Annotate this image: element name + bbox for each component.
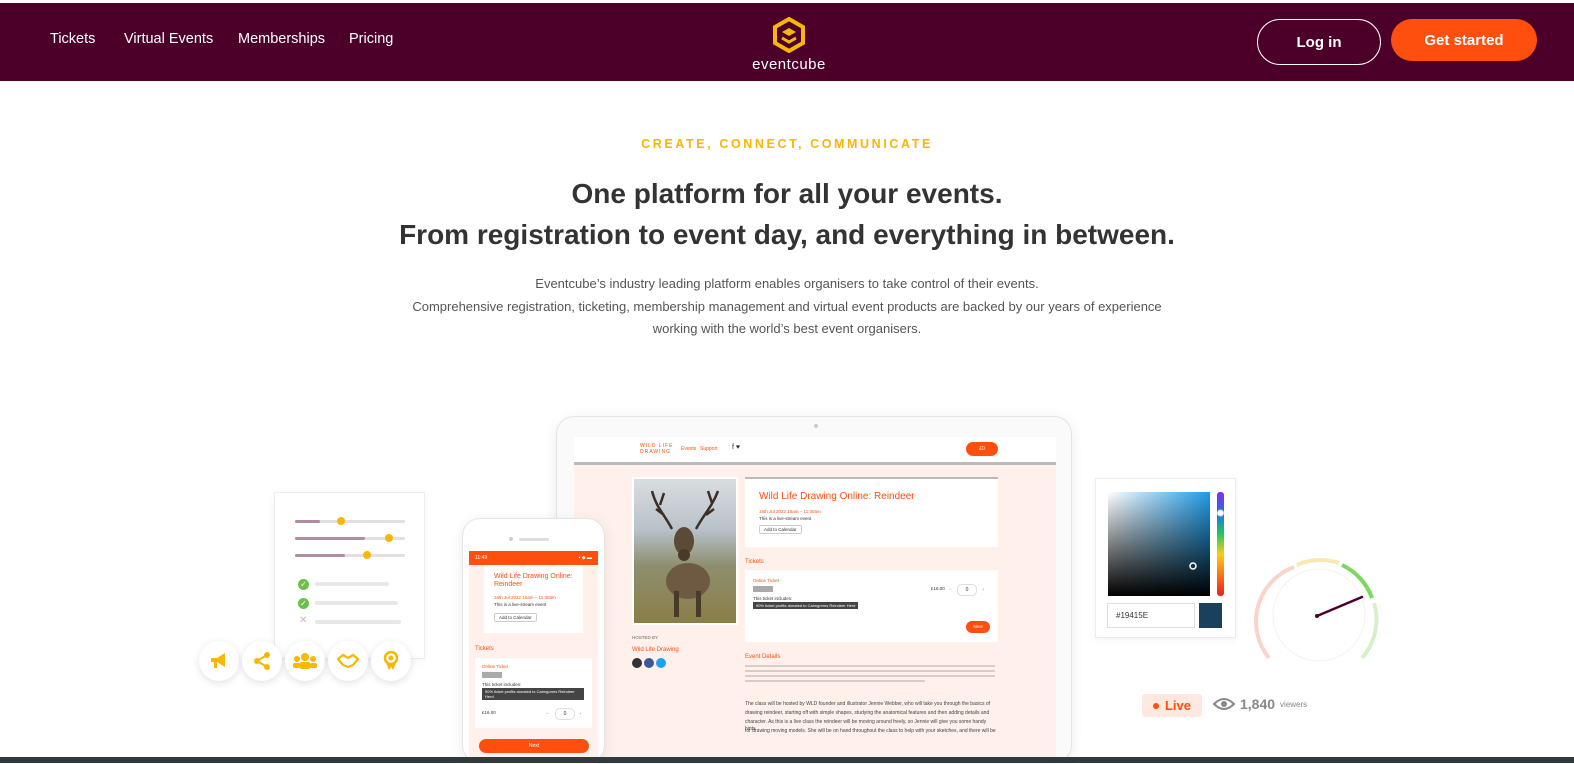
event-details-label: Event Details [745,654,781,660]
ticket-price: £16.00 [931,586,945,591]
hero-description-line-1: Eventcube’s industry leading platform en… [535,276,1039,291]
hosted-by-label: HOSTED BY [632,635,659,640]
event-site-header: WILD LIFE DRAWING Events Support f ♥ £0 [574,437,1056,465]
live-dot-icon [1152,702,1159,709]
nav-link-pricing[interactable]: Pricing [349,31,393,47]
event-body-line-1: The class will be hosted by WLD founder … [745,701,991,707]
event-body-line-2: drawing reindeer, starting off with simp… [745,710,990,716]
color-gradient-area [1108,492,1224,596]
megaphone-icon [199,641,239,681]
phone-ticket-card: Online Ticket This ticket includes: 90% … [475,658,592,728]
nav-link-memberships[interactable]: Memberships [238,31,325,47]
viewers-label: viewers [1280,699,1308,709]
check-icon: ✓ [298,598,309,609]
phone-mockup: 11:49 ▪ ◆ ▬ Wild Life Drawing Online: Rei… [462,518,605,764]
logo-wordmark: eventcube [752,56,826,73]
get-started-button[interactable]: Get started [1391,19,1537,61]
phone-status-bar: 11:49 ▪ ◆ ▬ [469,551,598,565]
event-date: 16th Jul 2022 10am – 11:30am [759,509,821,514]
host-social-icons [632,658,666,668]
event-body-line-4: for drawing moving models. She will be o… [745,728,996,734]
share-icon [242,641,282,681]
color-swatch [1199,603,1222,628]
hero-description-line-3: working with the world’s best event orga… [652,321,922,336]
nav-link-virtual-events[interactable]: Virtual Events [124,31,213,47]
hero-description-line-2: Comprehensive registration, ticketing, m… [412,299,1162,314]
phone-quantity-stepper: 0 [555,708,575,720]
phone-event-title: Wild Life Drawing Online: Reindeer [494,573,573,588]
top-navbar: Tickets Virtual Events Memberships Prici… [0,3,1574,81]
ticket-benefit: 90% ticket profits donated to Cairngorms… [753,602,859,609]
ticket-name: Online Ticket [753,578,780,583]
quantity-stepper: 0 [957,584,977,596]
cart-button: £0 [966,442,998,456]
tickets-label: Tickets [745,559,764,565]
award-icon [371,641,411,681]
settings-card-illustration: ✓ ✓ ✕ [274,492,425,659]
tablet-screen: WILD LIFE DRAWING Events Support f ♥ £0 H… [574,437,1056,757]
live-badge: Live [1142,694,1202,717]
hero-headline-line-2: From registration to event day, and ever… [399,219,1175,250]
viewers-count: 1,840 viewers [1213,696,1307,712]
phone-event-card: Wild Life Drawing Online: Reindeer 16th … [484,565,583,633]
phone-next-button: Next [479,739,589,753]
event-note: This is a live-stream event [759,516,812,521]
slider-2 [295,534,405,542]
tablet-mockup: WILD LIFE DRAWING Events Support f ♥ £0 H… [556,416,1072,763]
ticket-card: Online Ticket This ticket includes: 90% … [745,570,998,642]
hex-input: #19415E [1107,603,1195,628]
speedometer-gauge [1254,557,1379,662]
users-icon [285,641,325,681]
eventcube-logo[interactable]: eventcube [748,17,830,75]
phone-add-to-calendar: Add to Calendar [494,613,537,622]
event-info-card: Wild Life Drawing Online: Reindeer 16th … [745,477,998,547]
ticket-tag [753,586,773,592]
handshake-icon [328,641,368,681]
cross-icon: ✕ [299,615,308,626]
hero-eyebrow: CREATE, CONNECT, COMMUNICATE [641,137,933,151]
tablet-next-button: Next [966,621,990,633]
phone-event-note: This is a live-stream event [494,602,547,607]
phone-ticket-name: Online Ticket [482,664,509,669]
eye-icon [1213,698,1235,710]
site-nav-support: Support [700,446,718,452]
phone-tickets-label: Tickets [475,646,494,652]
check-icon: ✓ [298,579,309,590]
host-name: Wild Life Drawing [632,647,679,653]
add-to-calendar-button: Add to Calendar [759,525,802,534]
bottom-strip [0,757,1574,763]
event-title: Wild Life Drawing Online: Reindeer [759,491,915,502]
slider-1 [295,517,405,525]
phone-ticket-includes: This ticket includes: [482,682,522,687]
nav-link-tickets[interactable]: Tickets [50,31,95,47]
phone-event-date: 16th Jul 2022 10am – 11:30am [494,595,556,600]
phone-ticket-benefit: 90% ticket profits donated to Cairngorms… [482,688,584,700]
site-logo: WILD LIFE DRAWING [640,443,674,455]
phone-ticket-price: £16.00 [482,710,496,715]
ticket-includes: This ticket includes: [753,596,793,601]
cube-logo-icon [773,17,805,53]
hero-headline-line-1: One platform for all your events. [571,178,1003,209]
phone-screen: 11:49 ▪ ◆ ▬ Wild Life Drawing Online: Rei… [469,551,598,764]
social-icons: f ♥ [732,444,741,451]
reindeer-photo [632,477,738,625]
slider-3 [295,551,405,559]
login-button[interactable]: Log in [1257,19,1381,65]
site-nav-events: Events [681,446,697,452]
